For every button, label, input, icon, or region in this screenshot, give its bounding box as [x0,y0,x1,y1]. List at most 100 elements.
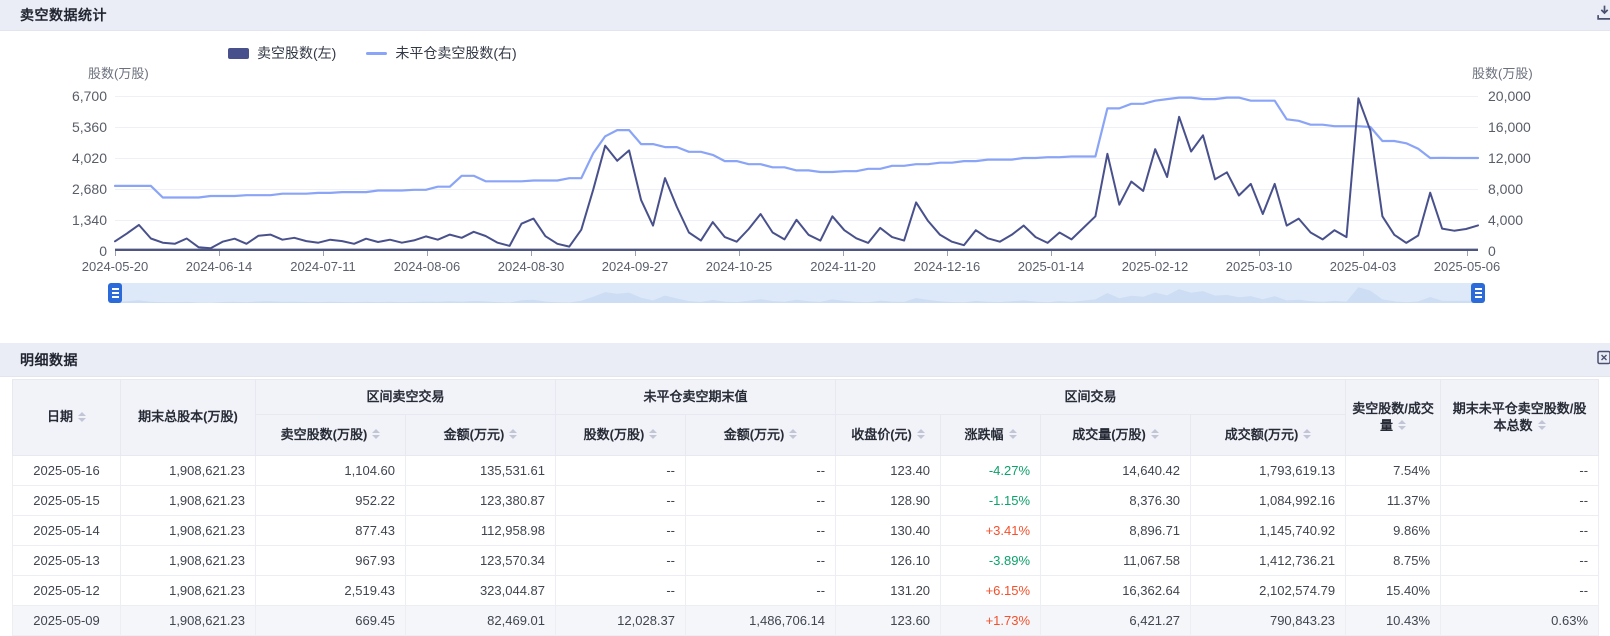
datazoom-silhouette [115,283,1478,303]
col-header-short-shares[interactable]: 卖空股数(万股) [256,415,406,456]
export-icon[interactable] [1596,349,1610,370]
cell-short-amount: 135,531.61 [406,456,556,486]
cell-date: 2025-05-16 [13,456,121,486]
sort-icon[interactable] [509,429,517,439]
cell-ratio: 9.86% [1346,516,1441,546]
group-header-interval-trade: 区间交易 [836,380,1346,415]
cell-total-shares: 1,908,621.23 [121,516,256,546]
sort-icon[interactable] [372,429,380,439]
col-header-total-shares: 期末总股本(万股) [121,380,256,456]
cell-turnover: 1,412,736.21 [1191,546,1346,576]
group-header-open-short: 未平仓卖空期末值 [556,380,836,415]
cell-short-amount: 123,380.87 [406,486,556,516]
col-header-date[interactable]: 日期 [13,380,121,456]
cell-change: -3.89% [941,546,1041,576]
chart-legend: 卖空股数(左) 未平仓卖空股数(右) [228,43,517,63]
x-tick-label: 2024-08-30 [498,259,565,274]
table-row: 2025-05-161,908,621.231,104.60135,531.61… [13,456,1599,486]
sort-icon[interactable] [649,429,657,439]
cell-turnover: 1,084,992.16 [1191,486,1346,516]
sort-icon[interactable] [789,429,797,439]
col-header-close[interactable]: 收盘价(元) [836,415,941,456]
col-header-open-amount[interactable]: 金额(万元) [686,415,836,456]
sort-icon[interactable] [1009,429,1017,439]
cell-date: 2025-05-13 [13,546,121,576]
x-tick-label: 2025-05-06 [1434,259,1501,274]
cell-change: +1.73% [941,606,1041,636]
cell-open-amount: -- [686,546,836,576]
chart-canvas[interactable] [115,96,1478,251]
download-icon[interactable] [1596,4,1610,26]
line-swatch-icon [366,52,387,55]
sort-icon[interactable] [1303,429,1311,439]
legend-item-short-shares[interactable]: 卖空股数(左) [228,43,336,63]
y-tick-label: 1,340 [12,212,107,228]
cell-open-amount: -- [686,486,836,516]
cell-open-shares: -- [556,546,686,576]
x-tick-label: 2024-08-06 [394,259,461,274]
short-data-stats-header: 卖空数据统计 [0,0,1610,31]
cell-open-shares: -- [556,516,686,546]
table-row: 2025-05-131,908,621.23967.93123,570.34--… [13,546,1599,576]
sort-icon[interactable] [1538,420,1546,430]
cell-open-amount: -- [686,516,836,546]
cell-open-shares: -- [556,486,686,516]
y-tick-label: 4,000 [1488,212,1568,228]
cell-open-amount: 1,486,706.14 [686,606,836,636]
cell-turnover: 790,843.23 [1191,606,1346,636]
cell-open-ratio: -- [1441,516,1599,546]
sort-icon[interactable] [1398,420,1406,430]
datazoom-handle-right[interactable] [1471,283,1485,303]
detail-table-wrap: 日期 期末总股本(万股) 区间卖空交易 未平仓卖空期末值 区间交易 卖空股数/成… [12,379,1598,636]
legend-label: 未平仓卖空股数(右) [395,43,516,63]
cell-open-shares: 12,028.37 [556,606,686,636]
col-header-open-ratio[interactable]: 期末未平仓卖空股数/股本总数 [1441,380,1599,456]
cell-total-shares: 1,908,621.23 [121,486,256,516]
panel-title-chart: 卖空数据统计 [20,5,107,25]
sort-icon[interactable] [1151,429,1159,439]
sort-icon[interactable] [78,412,86,422]
cell-short-shares: 1,104.60 [256,456,406,486]
cell-short-shares: 669.45 [256,606,406,636]
cell-change: -1.15% [941,486,1041,516]
panel-title-table: 明细数据 [20,350,78,370]
detail-table: 日期 期末总股本(万股) 区间卖空交易 未平仓卖空期末值 区间交易 卖空股数/成… [12,379,1599,636]
cell-turnover: 1,793,619.13 [1191,456,1346,486]
cell-total-shares: 1,908,621.23 [121,456,256,486]
col-header-volume[interactable]: 成交量(万股) [1041,415,1191,456]
col-header-short-ratio[interactable]: 卖空股数/成交量 [1346,380,1441,456]
cell-volume: 14,640.42 [1041,456,1191,486]
x-tick-label: 2025-01-14 [1018,259,1085,274]
cell-date: 2025-05-09 [13,606,121,636]
cell-volume: 6,421.27 [1041,606,1191,636]
y-tick-label: 6,700 [12,88,107,104]
x-tick-label: 2024-05-20 [82,259,149,274]
cell-open-ratio: -- [1441,546,1599,576]
cell-open-ratio: -- [1441,576,1599,606]
cell-date: 2025-05-12 [13,576,121,606]
cell-open-ratio: -- [1441,456,1599,486]
cell-short-amount: 82,469.01 [406,606,556,636]
col-header-short-amount[interactable]: 金额(万元) [406,415,556,456]
y-tick-label: 20,000 [1488,88,1568,104]
cell-close: 130.40 [836,516,941,546]
col-header-open-shares[interactable]: 股数(万股) [556,415,686,456]
cell-short-shares: 2,519.43 [256,576,406,606]
y-tick-label: 2,680 [12,181,107,197]
cell-volume: 16,362.64 [1041,576,1191,606]
cell-ratio: 11.37% [1346,486,1441,516]
cell-total-shares: 1,908,621.23 [121,606,256,636]
col-header-turnover[interactable]: 成交额(万元) [1191,415,1346,456]
col-header-change[interactable]: 涨跌幅 [941,415,1041,456]
datazoom-handle-left[interactable] [108,283,122,303]
cell-ratio: 10.43% [1346,606,1441,636]
cell-open-shares: -- [556,576,686,606]
legend-item-open-short-shares[interactable]: 未平仓卖空股数(右) [366,43,516,63]
cell-date: 2025-05-15 [13,486,121,516]
cell-open-ratio: -- [1441,486,1599,516]
sort-icon[interactable] [917,429,925,439]
bar-swatch-icon [228,48,249,59]
datazoom-slider[interactable] [115,283,1478,303]
table-row: 2025-05-121,908,621.232,519.43323,044.87… [13,576,1599,606]
cell-short-shares: 877.43 [256,516,406,546]
